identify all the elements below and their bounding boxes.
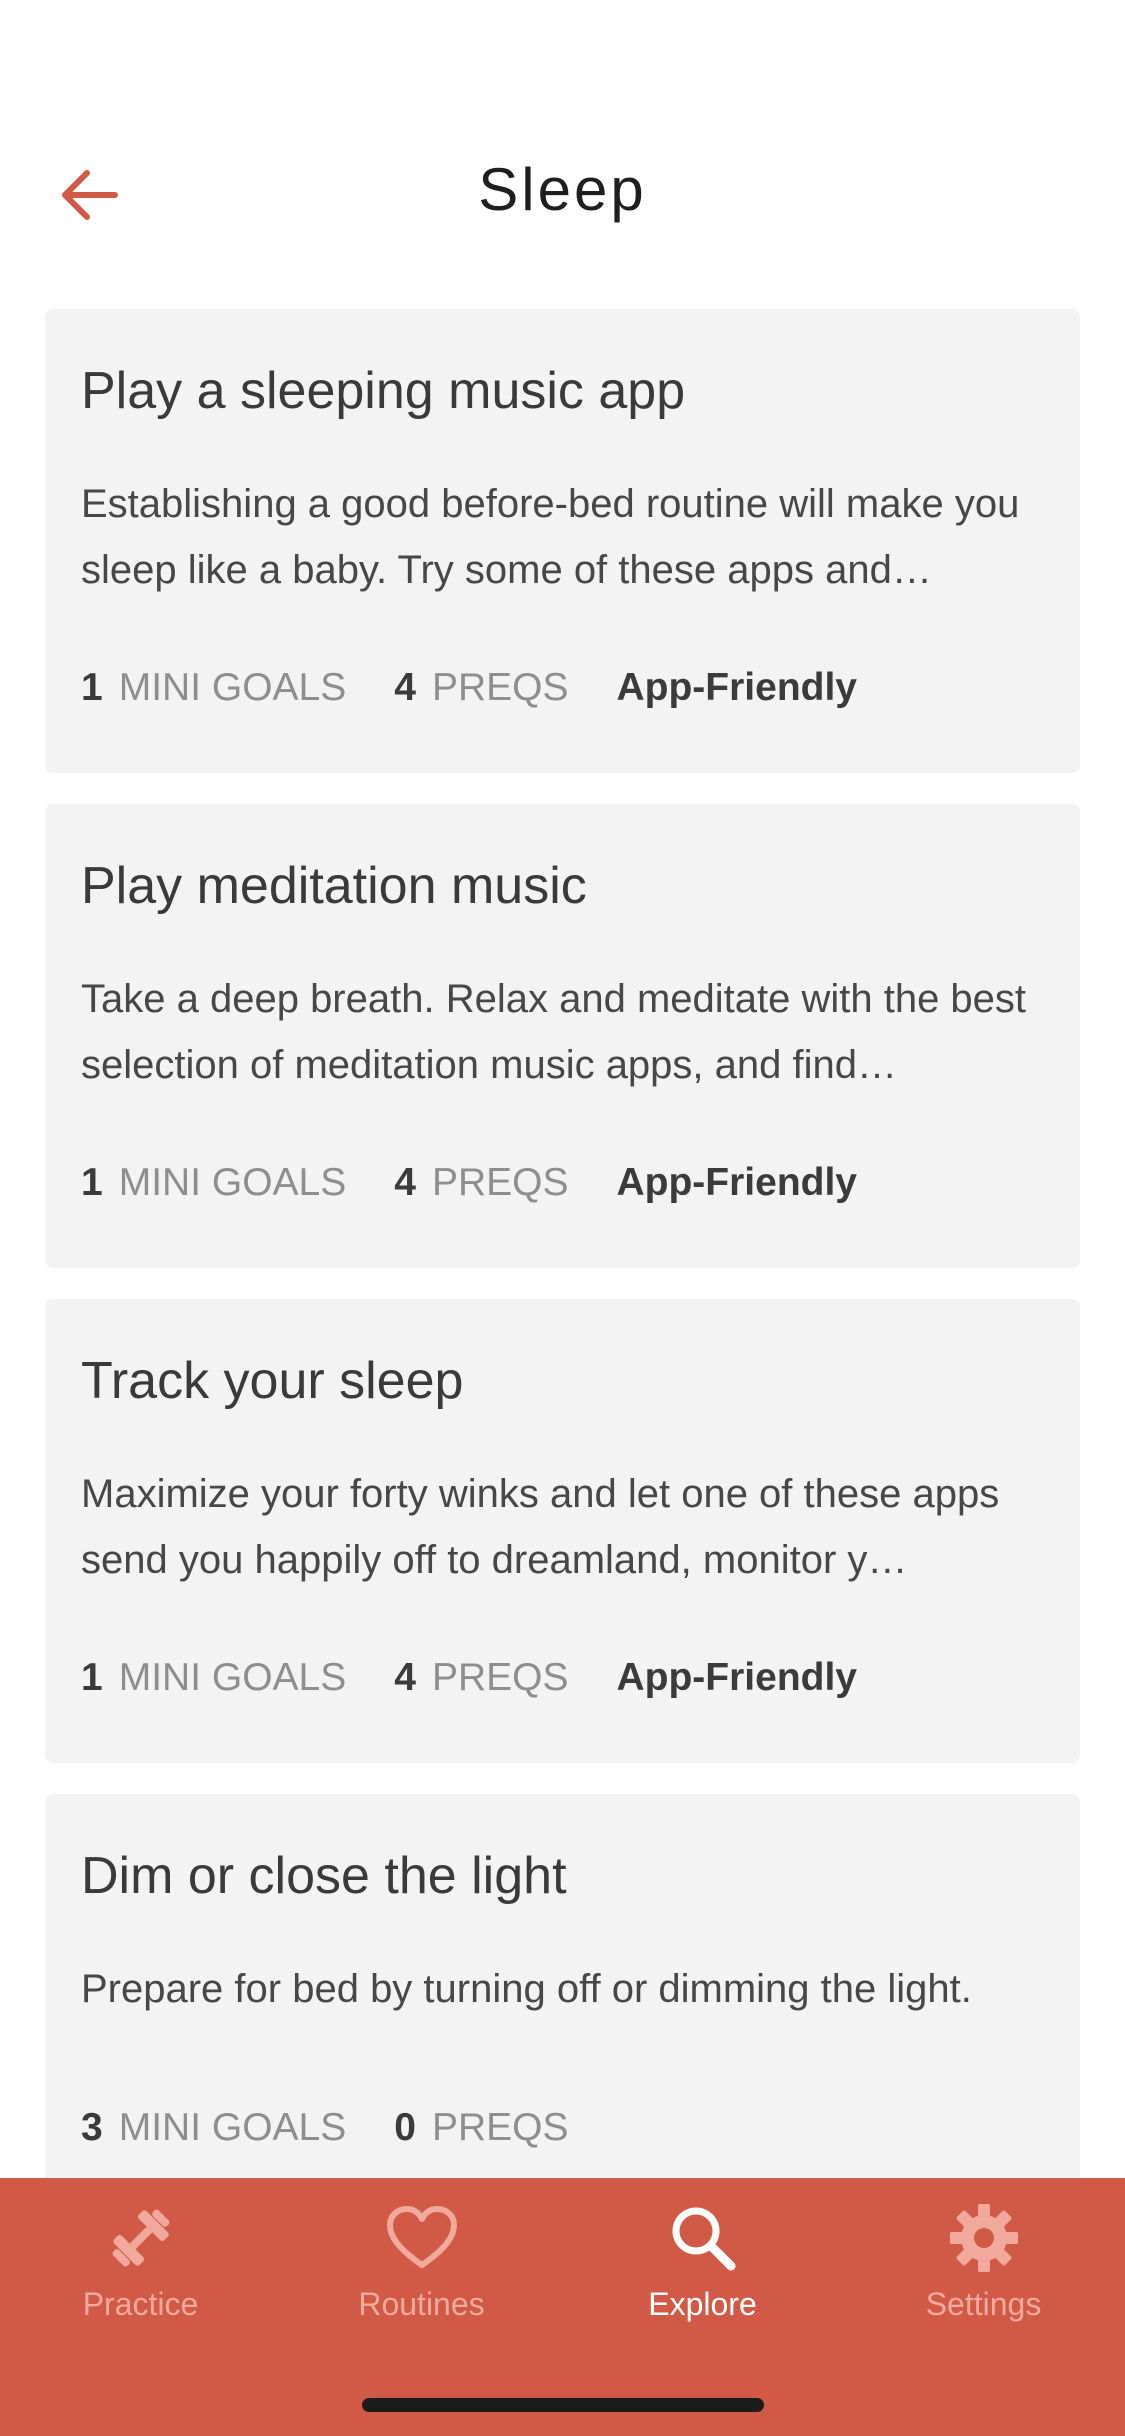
card-description: Maximize your forty winks and let one of… [81,1472,1000,1582]
tab-routines[interactable]: Routines [281,2198,562,2348]
routine-card[interactable]: Play a sleeping music app Establishing a… [45,309,1080,773]
mini-goals-count: 1 [81,1656,103,1699]
card-meta: 1 MINI GOALS 4 PREQS App-Friendly [81,1161,857,1205]
tab-label: Routines [358,2286,485,2322]
card-description: Prepare for bed by turning off or dimmin… [81,1967,972,2011]
search-icon [663,2198,743,2278]
mini-goals-label: MINI GOALS [118,2106,347,2149]
card-title: Track your sleep [81,1352,464,1410]
preqs-count: 4 [394,1656,416,1699]
preqs-count: 0 [394,2106,416,2149]
card-meta: 3 MINI GOALS 0 PREQS [81,2106,617,2150]
gear-icon [944,2198,1024,2278]
routine-card[interactable]: Track your sleep Maximize your forty win… [45,1299,1080,1763]
home-indicator[interactable] [362,2398,764,2412]
tab-label: Explore [648,2286,757,2322]
mini-goals-label: MINI GOALS [118,1161,347,1204]
mini-goals-count: 3 [81,2106,103,2149]
app-friendly-badge: App-Friendly [616,1656,858,1699]
tab-label: Practice [82,2286,199,2322]
mini-goals-label: MINI GOALS [118,666,347,709]
mini-goals-label: MINI GOALS [118,1656,347,1699]
app-friendly-badge: App-Friendly [616,666,858,709]
preqs-label: PREQS [431,666,569,709]
card-description: Establishing a good before-bed routine w… [81,482,1020,592]
tab-practice[interactable]: Practice [0,2198,281,2348]
preqs-count: 4 [394,666,416,709]
tab-label: Settings [925,2286,1042,2322]
mini-goals-count: 1 [81,666,103,709]
page-title: Sleep [478,156,647,223]
card-title: Play meditation music [81,857,587,915]
card-meta: 1 MINI GOALS 4 PREQS App-Friendly [81,666,857,710]
dumbbell-icon [101,2198,181,2278]
tab-settings[interactable]: Settings [843,2198,1124,2348]
routine-list: Play a sleeping music app Establishing a… [45,309,1080,2289]
card-description: Take a deep breath. Relax and meditate w… [81,977,1027,1087]
routine-card[interactable]: Play meditation music Take a deep breath… [45,804,1080,1268]
preqs-count: 4 [394,1161,416,1204]
heart-icon [382,2198,462,2278]
preqs-label: PREQS [431,1161,569,1204]
top-bar: Sleep [0,0,1125,300]
preqs-label: PREQS [431,2106,569,2149]
app-friendly-badge: App-Friendly [616,1161,858,1204]
mini-goals-count: 1 [81,1161,103,1204]
tab-explore[interactable]: Explore [562,2198,843,2348]
card-meta: 1 MINI GOALS 4 PREQS App-Friendly [81,1656,857,1700]
card-title: Play a sleeping music app [81,362,686,420]
preqs-label: PREQS [431,1656,569,1699]
card-title: Dim or close the light [81,1847,567,1905]
